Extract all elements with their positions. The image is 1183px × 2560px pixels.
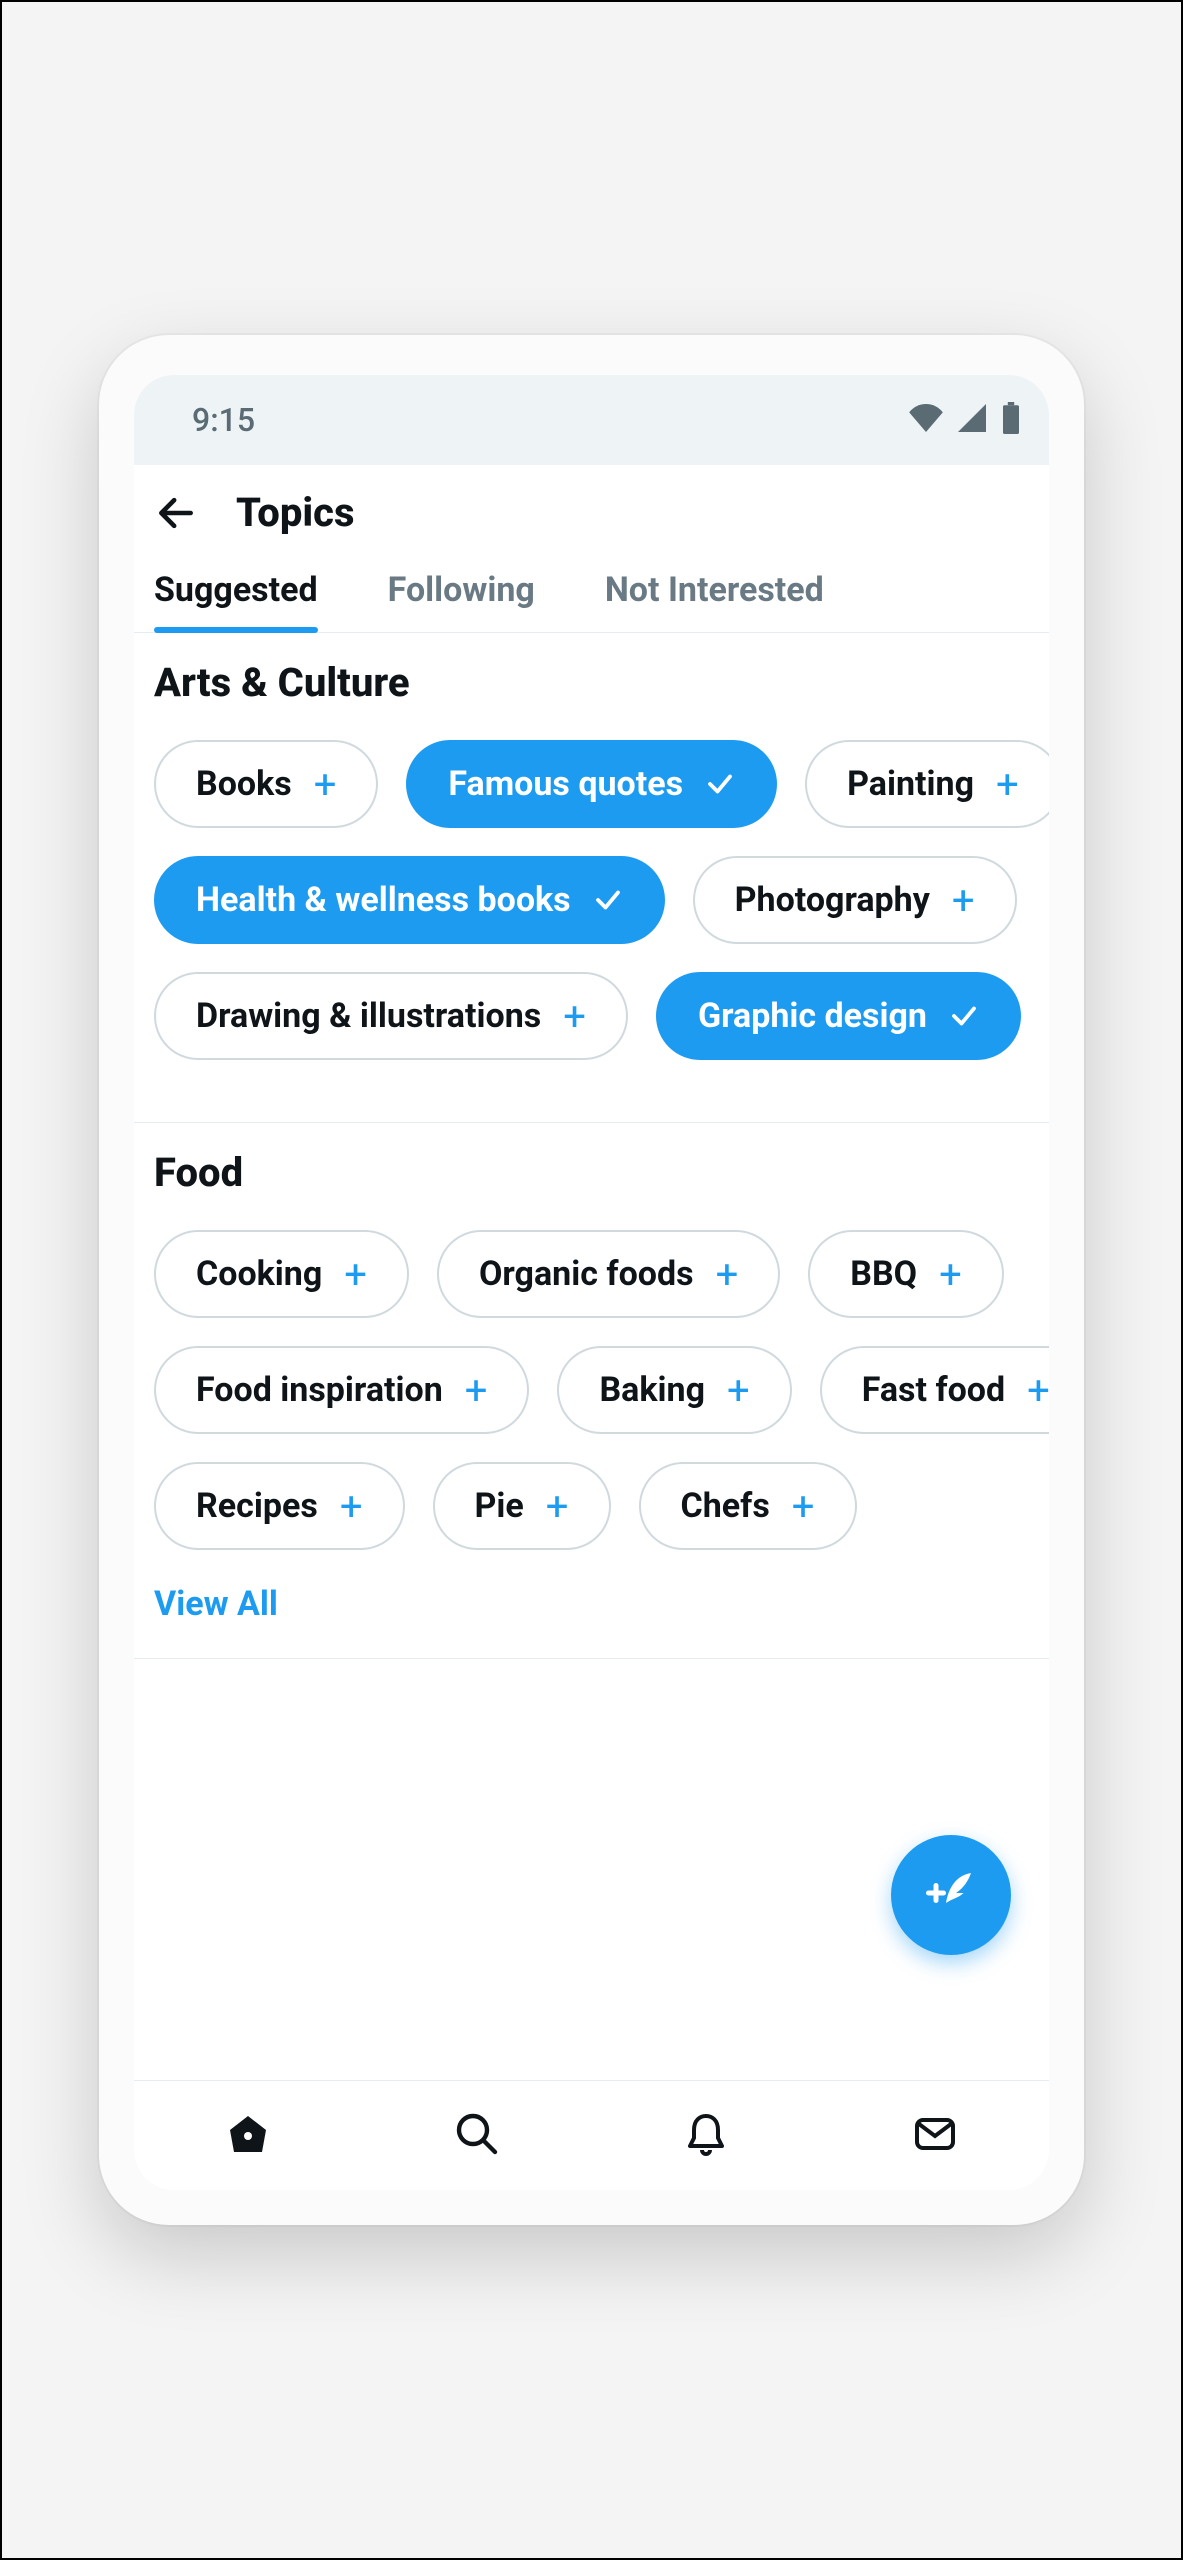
- chip-label: Photography: [735, 880, 930, 920]
- topic-chip-baking[interactable]: Baking +: [557, 1346, 791, 1434]
- home-icon: [224, 2110, 272, 2162]
- page-title: Topics: [236, 489, 355, 536]
- topic-row: Books + Famous quotes Painting +: [154, 740, 1049, 828]
- plus-icon: +: [340, 1483, 363, 1530]
- section-title: Food: [154, 1149, 1049, 1196]
- app-header: Topics: [134, 465, 1049, 552]
- chip-label: Food inspiration: [196, 1370, 443, 1410]
- back-icon[interactable]: [154, 491, 198, 535]
- nav-messages[interactable]: [907, 2108, 963, 2164]
- plus-icon: +: [465, 1367, 488, 1414]
- plus-icon: +: [1027, 1367, 1049, 1414]
- content: Arts & Culture Books + Famous quotes: [134, 633, 1049, 2080]
- plus-icon: +: [563, 993, 586, 1040]
- plus-icon: +: [727, 1367, 750, 1414]
- nav-notifications[interactable]: [678, 2108, 734, 2164]
- tab-not-interested[interactable]: Not Interested: [605, 552, 824, 632]
- chip-label: Recipes: [196, 1486, 318, 1526]
- plus-icon: +: [314, 761, 337, 808]
- battery-icon: [1001, 402, 1021, 438]
- plus-icon: +: [996, 761, 1019, 808]
- topic-chip-organic-foods[interactable]: Organic foods +: [437, 1230, 780, 1318]
- chip-label: Graphic design: [698, 996, 927, 1036]
- chip-label: Baking: [599, 1370, 705, 1410]
- topic-chip-drawing-illustrations[interactable]: Drawing & illustrations +: [154, 972, 628, 1060]
- topic-chip-fast-food[interactable]: Fast food +: [820, 1346, 1049, 1434]
- check-icon: [949, 1001, 979, 1031]
- topic-chip-painting[interactable]: Painting +: [805, 740, 1049, 828]
- nav-search[interactable]: [449, 2108, 505, 2164]
- plus-icon: +: [952, 877, 975, 924]
- section-arts-culture: Arts & Culture Books + Famous quotes: [134, 633, 1049, 1123]
- wifi-icon: [909, 404, 943, 436]
- chip-label: Famous quotes: [448, 764, 683, 804]
- check-icon: [705, 769, 735, 799]
- tab-following[interactable]: Following: [388, 552, 535, 632]
- topic-chip-bbq[interactable]: BBQ +: [808, 1230, 1004, 1318]
- topic-chip-famous-quotes[interactable]: Famous quotes: [406, 740, 777, 828]
- topic-chip-recipes[interactable]: Recipes +: [154, 1462, 405, 1550]
- topic-row: Cooking + Organic foods + BBQ +: [154, 1230, 1049, 1318]
- plus-icon: +: [546, 1483, 569, 1530]
- chip-label: Fast food: [862, 1370, 1005, 1410]
- chip-label: Pie: [475, 1486, 524, 1526]
- plus-icon: +: [716, 1251, 739, 1298]
- check-icon: [593, 885, 623, 915]
- mail-icon: [911, 2110, 959, 2162]
- topic-chip-health-wellness-books[interactable]: Health & wellness books: [154, 856, 665, 944]
- topic-row: Drawing & illustrations + Graphic design: [154, 972, 1049, 1060]
- section-title: Arts & Culture: [154, 659, 1049, 706]
- status-icons: [909, 402, 1021, 438]
- search-icon: [453, 2110, 501, 2162]
- bell-icon: [682, 2110, 730, 2162]
- tab-suggested[interactable]: Suggested: [154, 552, 318, 632]
- status-time: 9:15: [192, 401, 255, 439]
- chip-label: Chefs: [681, 1486, 770, 1526]
- plus-icon: +: [939, 1251, 962, 1298]
- chip-label: Books: [196, 764, 292, 804]
- plus-icon: +: [344, 1251, 367, 1298]
- bottom-nav: [134, 2080, 1049, 2190]
- tabs: Suggested Following Not Interested: [134, 552, 1049, 633]
- topic-chip-pie[interactable]: Pie +: [433, 1462, 611, 1550]
- topic-chip-graphic-design[interactable]: Graphic design: [656, 972, 1021, 1060]
- phone-frame: 9:15 Topics: [99, 335, 1084, 2225]
- chip-label: Organic foods: [479, 1254, 694, 1294]
- compose-icon: [921, 1863, 981, 1927]
- chip-label: Drawing & illustrations: [196, 996, 541, 1036]
- phone-screen: 9:15 Topics: [134, 375, 1049, 2190]
- topic-chip-chefs[interactable]: Chefs +: [639, 1462, 857, 1550]
- chip-label: Health & wellness books: [196, 880, 571, 920]
- view-all-link[interactable]: View All: [154, 1584, 1049, 1624]
- topic-chip-cooking[interactable]: Cooking +: [154, 1230, 409, 1318]
- section-food: Food Cooking + Organic foods + BBQ +: [134, 1123, 1049, 1659]
- chip-label: BBQ: [850, 1254, 917, 1294]
- cellular-icon: [957, 404, 987, 436]
- plus-icon: +: [792, 1483, 815, 1530]
- chip-label: Cooking: [196, 1254, 322, 1294]
- topic-row: Recipes + Pie + Chefs +: [154, 1462, 1049, 1550]
- topic-chip-food-inspiration[interactable]: Food inspiration +: [154, 1346, 529, 1434]
- compose-fab[interactable]: [891, 1835, 1011, 1955]
- topic-chip-photography[interactable]: Photography +: [693, 856, 1017, 944]
- topic-chip-books[interactable]: Books +: [154, 740, 378, 828]
- topic-row: Food inspiration + Baking + Fast food +: [154, 1346, 1049, 1434]
- nav-home[interactable]: [220, 2108, 276, 2164]
- chip-label: Painting: [847, 764, 974, 804]
- topic-row: Health & wellness books Photography +: [154, 856, 1049, 944]
- status-bar: 9:15: [134, 375, 1049, 465]
